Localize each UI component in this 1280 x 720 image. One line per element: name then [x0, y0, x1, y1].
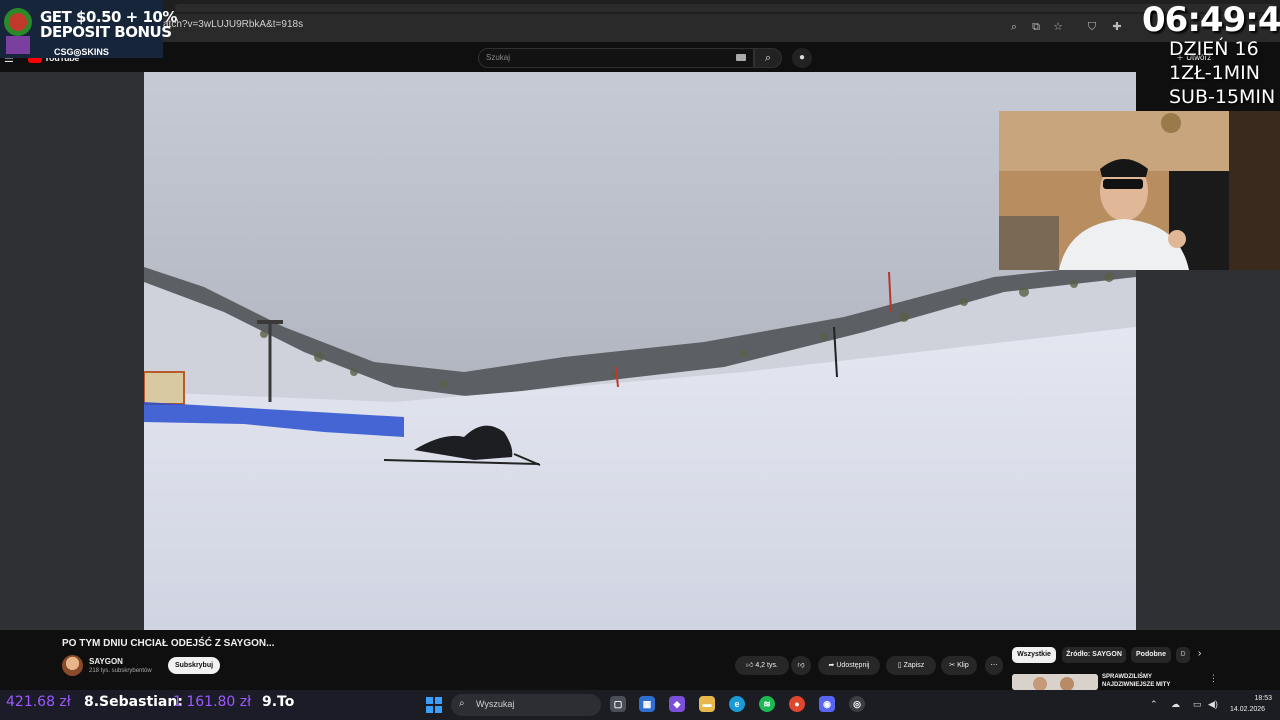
promo-brand-logo: CSG◎SKINS: [54, 47, 109, 57]
task-view-icon[interactable]: ▢: [610, 696, 626, 712]
spotify-icon[interactable]: ≋: [759, 696, 775, 712]
taskbar-date[interactable]: 14.02.2026: [1230, 706, 1265, 713]
search-button[interactable]: ⌕: [754, 48, 782, 68]
browser-tab[interactable]: [175, 4, 1275, 12]
keyboard-icon[interactable]: [736, 54, 746, 61]
stream-day: DZIEŃ 16: [1169, 38, 1259, 60]
streamer-image: [999, 111, 1280, 270]
chip-source[interactable]: Źródło: SAYGON: [1062, 647, 1126, 663]
chip-all[interactable]: Wszystkie: [1012, 647, 1056, 663]
search-icon: ⌕: [459, 698, 465, 709]
chip-similar[interactable]: Podobne: [1131, 647, 1171, 663]
channel-subscriber-count: 218 tys. subskrybentów: [89, 668, 152, 674]
video-player[interactable]: [144, 72, 1136, 630]
onedrive-icon[interactable]: ☁: [1171, 699, 1180, 710]
volume-icon[interactable]: ◀): [1208, 699, 1218, 710]
taskbar-search-label: Wyszukaj: [476, 699, 515, 709]
edge-icon[interactable]: e: [729, 696, 745, 712]
video-title: PO TYM DNIU CHCIAŁ ODEJŚĆ Z SAYGON...: [62, 638, 275, 649]
thumbs-up-icon: 👍︎: [746, 662, 754, 669]
chevron-up-icon[interactable]: ⌃: [1150, 699, 1158, 710]
taskbar-search[interactable]: [451, 694, 601, 716]
more-horizontal-icon: ⋯: [990, 662, 998, 669]
chip-overflow[interactable]: D: [1176, 647, 1190, 663]
install-app-icon[interactable]: ⧉: [1028, 19, 1044, 35]
stream-rate-sub: SUB-15MIN: [1169, 86, 1276, 108]
chevron-right-icon[interactable]: ›: [1198, 648, 1201, 659]
like-count: 4,2 tys.: [755, 662, 778, 669]
like-button[interactable]: 👍︎ 4,2 tys.: [735, 656, 789, 675]
save-button[interactable]: ▯ Zapisz: [886, 656, 936, 675]
webcam-overlay: [999, 111, 1280, 270]
dislike-button[interactable]: 👎︎: [791, 656, 811, 675]
right-backdrop: [1136, 270, 1280, 630]
clip-label: Klip: [957, 662, 969, 669]
voice-search-button[interactable]: ●: [792, 48, 812, 68]
search-placeholder: Szukaj: [486, 53, 511, 62]
windows-start-icon[interactable]: [426, 697, 442, 713]
file-explorer-icon[interactable]: ▬: [699, 696, 715, 712]
video-frame: [144, 72, 1136, 630]
address-bar[interactable]: atch?v=3wLUJU9RbkA&t=918s: [163, 19, 303, 30]
discord-icon[interactable]: ◉: [819, 696, 835, 712]
search-icon: ⌕: [764, 52, 772, 64]
ticker-amount: 421.68 zł: [6, 694, 71, 710]
shield-icon[interactable]: ⛉: [1084, 19, 1100, 35]
clip-button[interactable]: ✂ Klip: [941, 656, 977, 675]
more-vertical-icon[interactable]: ⋮: [1209, 673, 1218, 684]
promo-headline-2: DEPOSIT BONUS: [40, 23, 172, 41]
left-backdrop: [0, 72, 144, 630]
network-icon[interactable]: ▭: [1193, 699, 1202, 710]
microphone-icon: ●: [798, 52, 806, 63]
ticker-donor: 9.To: [262, 694, 295, 710]
stream-rate-donation: 1ZŁ-1MIN: [1169, 62, 1260, 84]
recommended-thumbnail[interactable]: [1012, 674, 1098, 690]
chrome-icon[interactable]: ●: [789, 696, 805, 712]
channel-avatar[interactable]: [62, 655, 83, 676]
recommended-title[interactable]: SPRAWDZILIŚMY NAJDZIWNIEJSZE MITY: [1102, 673, 1192, 689]
share-button[interactable]: ➦ Udostępnij: [818, 656, 880, 675]
scissors-icon: ✂: [949, 662, 956, 669]
ticker-donor: 8.Sebastian:: [84, 694, 183, 710]
taskbar-time[interactable]: 18:53: [1248, 695, 1272, 702]
zoom-icon[interactable]: ⌕: [1006, 19, 1022, 35]
copilot-icon[interactable]: ◆: [669, 696, 685, 712]
subscribe-button[interactable]: Subskrybuj: [168, 657, 220, 674]
store-icon[interactable]: ▦: [639, 696, 655, 712]
bookmark-icon: ▯: [897, 662, 902, 669]
search-input[interactable]: [478, 48, 754, 68]
more-actions-button[interactable]: ⋯: [985, 656, 1003, 675]
ticker-amount: 1 161.80 zł: [173, 694, 252, 710]
share-label: Udostępnij: [836, 662, 870, 669]
share-icon: ➦: [828, 662, 835, 669]
thumbs-down-icon: 👎︎: [797, 662, 805, 669]
extensions-icon[interactable]: ✚: [1109, 19, 1125, 35]
obs-icon[interactable]: ◎: [849, 696, 865, 712]
save-label: Zapisz: [903, 662, 925, 669]
recommended-thumbnail-image: [1012, 674, 1098, 690]
stream-timer: 06:49:40: [1142, 0, 1280, 40]
channel-name[interactable]: SAYGON: [89, 657, 123, 666]
bookmark-star-icon[interactable]: ☆: [1050, 19, 1066, 35]
